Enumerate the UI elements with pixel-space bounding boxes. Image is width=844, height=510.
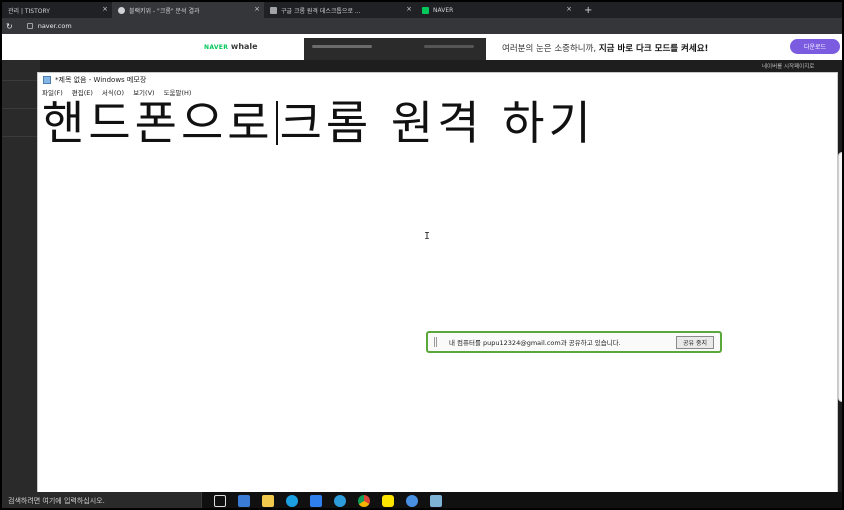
remote-desktop-screen: 관리 | TISTORY × 블랙키위 - "크롬" 분석 결과 × 구글 크롬…	[0, 0, 844, 510]
tab-label: 블랙키위 - "크롬" 분석 결과	[129, 7, 200, 15]
tab-label: 구글 크롬 원격 데스크톱으로 ...	[281, 7, 361, 15]
browser-tab-strip: 관리 | TISTORY × 블랙키위 - "크롬" 분석 결과 × 구글 크롬…	[2, 2, 842, 18]
new-tab-button[interactable]: +	[584, 5, 592, 16]
naver-favicon-icon	[422, 6, 429, 14]
sharing-message: 내 컴퓨터를 pupu12324@gmail.com과 공유하고 있습니다.	[449, 339, 621, 347]
close-icon[interactable]: ×	[102, 5, 108, 13]
notepad-icon	[43, 75, 51, 84]
tab-label: 관리 | TISTORY	[8, 7, 50, 15]
banner-preview-image	[304, 38, 486, 60]
download-button[interactable]: 다운로드	[790, 39, 840, 54]
whale-icon[interactable]	[406, 495, 418, 507]
internet-explorer-icon[interactable]	[334, 495, 346, 507]
mail-icon[interactable]	[310, 495, 322, 507]
reload-icon[interactable]: ↻	[6, 22, 13, 31]
store-icon[interactable]	[238, 495, 250, 507]
whale-logo: NAVER whale	[204, 42, 258, 51]
sharing-notice-bar: 내 컴퓨터를 pupu12324@gmail.com과 공유하고 있습니다. 공…	[426, 331, 722, 353]
close-icon[interactable]: ×	[566, 5, 572, 13]
edge-icon[interactable]	[286, 495, 298, 507]
editor-text-before: 핸드폰으로	[42, 96, 274, 150]
tistory-favicon-icon	[270, 6, 277, 14]
stop-sharing-button[interactable]: 공유 중지	[676, 336, 714, 349]
notepad-taskbar-icon[interactable]	[430, 495, 442, 507]
page-background	[2, 60, 40, 492]
file-explorer-icon[interactable]	[262, 495, 274, 507]
close-icon[interactable]: ×	[406, 5, 412, 13]
task-view-icon[interactable]	[214, 495, 226, 507]
tab-tistory[interactable]: 관리 | TISTORY ×	[2, 2, 112, 18]
blackkiwi-favicon-icon	[118, 6, 125, 14]
text-caret	[275, 101, 278, 145]
notepad-window: *제목 없음 - Windows 메모장 파일(F) 편집(E) 서식(O) 보…	[37, 72, 838, 494]
close-icon[interactable]: ×	[254, 5, 260, 13]
taskbar-search-input[interactable]: 검색하려면 여기에 입력하십시오.	[2, 492, 202, 508]
editor-text-after: 크롬 원격 하기	[279, 96, 595, 150]
text-cursor-icon: I	[424, 231, 431, 242]
set-homepage-link[interactable]: 네이버를 시작페이지로	[762, 62, 814, 70]
tab-label: NAVER	[433, 6, 454, 14]
lock-icon[interactable]	[26, 23, 33, 29]
drag-handle-icon[interactable]	[434, 337, 437, 347]
banner-message: 여러분의 눈은 소중하니까, 지금 바로 다크 모드를 켜세요!	[502, 44, 709, 54]
tab-chrome-remote-desktop[interactable]: 구글 크롬 원격 데스크톱으로 ... ×	[264, 2, 416, 18]
page-scrollbar[interactable]	[838, 152, 842, 402]
window-title: *제목 없음 - Windows 메모장	[55, 75, 147, 84]
tab-naver[interactable]: NAVER ×	[416, 2, 576, 18]
kakaotalk-icon[interactable]	[382, 495, 394, 507]
address-bar: ↻ naver.com	[2, 18, 842, 34]
windows-taskbar: 검색하려면 여기에 입력하십시오.	[2, 492, 842, 508]
chrome-icon[interactable]	[358, 495, 370, 507]
notepad-title-bar[interactable]: *제목 없음 - Windows 메모장	[38, 73, 837, 86]
text-editor[interactable]: 핸드폰으로 크롬 원격 하기	[42, 97, 595, 149]
tab-blackkiwi[interactable]: 블랙키위 - "크롬" 분석 결과 ×	[112, 2, 264, 18]
url-field[interactable]: naver.com	[38, 22, 72, 30]
